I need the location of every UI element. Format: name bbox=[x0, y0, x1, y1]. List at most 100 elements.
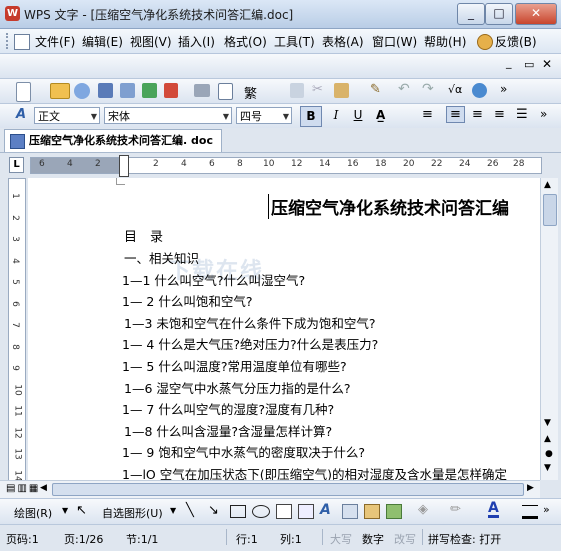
scroll-thumb[interactable] bbox=[543, 194, 557, 226]
minimize-button[interactable]: _ bbox=[457, 3, 485, 25]
underline-button[interactable]: U bbox=[348, 106, 368, 125]
menu-edit[interactable]: 编辑(E) bbox=[82, 33, 123, 50]
italic-button[interactable]: I bbox=[326, 106, 346, 125]
document-tab[interactable]: 压缩空气净化系统技术问答汇编. doc bbox=[4, 129, 222, 152]
globe-icon[interactable] bbox=[472, 83, 487, 98]
doc-menu-icon[interactable] bbox=[14, 34, 30, 50]
diagram-icon[interactable] bbox=[342, 504, 358, 519]
draw-more-icon[interactable]: » bbox=[543, 503, 550, 516]
menu-table[interactable]: 表格(A) bbox=[322, 33, 364, 50]
ruler-number: 16 bbox=[347, 159, 359, 169]
font-size-combo[interactable]: 四号 ▼ bbox=[236, 107, 292, 124]
scroll-up-button[interactable]: ▲ bbox=[544, 180, 551, 190]
hscroll-left-button[interactable]: ◀ bbox=[40, 483, 47, 493]
print-preview-icon[interactable] bbox=[218, 83, 233, 100]
line-color-icon[interactable]: ✏ bbox=[450, 502, 461, 517]
menu-insert[interactable]: 插入(I) bbox=[178, 33, 215, 50]
view-buttons[interactable]: ▤▥▦ bbox=[6, 483, 40, 494]
align-left-icon[interactable]: ≡ bbox=[422, 107, 433, 122]
window-close-doc-icon[interactable]: ✕ bbox=[542, 57, 552, 71]
clipart-icon[interactable] bbox=[364, 504, 380, 519]
open-folder-icon[interactable] bbox=[50, 83, 70, 99]
styles-icon[interactable]: A bbox=[16, 107, 26, 122]
ruler-number: 4 bbox=[67, 159, 73, 169]
menu-tools[interactable]: 工具(T) bbox=[274, 33, 315, 50]
menu-format[interactable]: 格式(O) bbox=[224, 33, 267, 50]
align-center-icon[interactable]: ≡ bbox=[446, 106, 465, 123]
autoshape-arrow: ▼ bbox=[170, 506, 177, 515]
toolbar-more-icon[interactable]: » bbox=[500, 82, 507, 96]
distribute-icon[interactable]: ☰ bbox=[516, 107, 528, 122]
toc-title: 目 录 bbox=[124, 230, 164, 245]
menu-file[interactable]: 文件(F) bbox=[35, 33, 75, 50]
window-min-doc-icon[interactable]: _ bbox=[506, 56, 512, 69]
vruler-number: 1 bbox=[9, 193, 20, 199]
redo-icon[interactable]: ↷ bbox=[422, 81, 434, 97]
status-separator bbox=[322, 529, 323, 545]
traditional-chinese-icon[interactable]: 繁 bbox=[244, 83, 257, 102]
undo-icon[interactable]: ↶ bbox=[398, 81, 410, 97]
vertical-textbox-icon[interactable] bbox=[298, 504, 314, 519]
select-objects-icon[interactable]: ↖ bbox=[76, 503, 87, 518]
font-color-icon[interactable]: A bbox=[488, 501, 499, 518]
autoshape-menu[interactable]: 自选图形(U) bbox=[102, 505, 163, 521]
tab-stop-selector[interactable]: L bbox=[9, 157, 24, 173]
window-restore-icon[interactable]: ▭ bbox=[524, 58, 534, 71]
next-page-button[interactable]: ▼ bbox=[544, 463, 551, 473]
textbox-icon[interactable] bbox=[276, 504, 292, 519]
justify-icon[interactable]: ≡ bbox=[494, 107, 505, 122]
new-document-icon[interactable] bbox=[16, 82, 31, 102]
picture-icon[interactable] bbox=[386, 504, 402, 519]
status-row: 行:1 bbox=[236, 533, 258, 546]
copy-icon[interactable] bbox=[290, 83, 304, 98]
font-combo[interactable]: 宋体 ▼ bbox=[104, 107, 232, 124]
draw-menu[interactable]: 绘图(R) bbox=[14, 505, 52, 521]
cut-icon[interactable]: ✂ bbox=[312, 82, 323, 97]
prev-page-button[interactable]: ▲ bbox=[544, 434, 551, 444]
paste-icon[interactable] bbox=[334, 83, 349, 98]
format-painter-icon[interactable]: ✎ bbox=[370, 82, 381, 97]
line-style-icon[interactable] bbox=[522, 505, 538, 519]
horizontal-ruler[interactable]: L 6 4 2 2 4 6 8 10 12 14 16 18 20 22 24 26 28 bbox=[0, 153, 561, 177]
menu-help[interactable]: 帮助(H) bbox=[424, 33, 466, 50]
align-right-icon[interactable]: ≡ bbox=[472, 107, 483, 122]
rectangle-icon[interactable] bbox=[230, 505, 246, 518]
fill-color-icon[interactable]: ◈ bbox=[418, 502, 428, 517]
status-spell-check[interactable]: 拼写检查: 打开 bbox=[428, 531, 501, 547]
horizontal-scrollbar[interactable]: ▤▥▦ ◀ ▶ bbox=[0, 480, 540, 498]
status-num: 数字 bbox=[362, 533, 384, 546]
indent-marker[interactable] bbox=[119, 155, 129, 177]
doc-tab-icon bbox=[10, 134, 25, 149]
font-effects-icon[interactable]: A̲ bbox=[376, 108, 385, 122]
select-browse-object[interactable]: ● bbox=[545, 449, 553, 459]
print-icon[interactable] bbox=[194, 84, 210, 97]
export-icon[interactable] bbox=[142, 83, 157, 98]
arrow-icon[interactable]: ↘ bbox=[208, 503, 219, 518]
oval-icon[interactable] bbox=[252, 505, 270, 518]
pdf-icon[interactable] bbox=[164, 83, 178, 98]
menu-view[interactable]: 视图(V) bbox=[130, 33, 172, 50]
maximize-button[interactable]: □ bbox=[485, 3, 513, 25]
vruler-number: 4 bbox=[9, 257, 20, 264]
formula-icon[interactable]: √α bbox=[448, 83, 462, 96]
ruler-number: 8 bbox=[237, 159, 243, 169]
wordart-icon[interactable]: A bbox=[320, 502, 331, 518]
save-icon[interactable] bbox=[98, 83, 113, 98]
document-page[interactable]: 压缩空气净化系统技术问答汇编 下载在线 目 录 一、相关知识 1—1 什么叫空气?… bbox=[28, 178, 540, 480]
menu-feedback[interactable]: 反馈(B) bbox=[495, 33, 537, 50]
save-as-icon[interactable] bbox=[120, 83, 135, 98]
status-ovr: 改写 bbox=[394, 533, 416, 546]
close-button[interactable]: ✕ bbox=[515, 3, 557, 25]
toc-entry: 1— 4 什么是大气压?绝对压力?什么是表压力? bbox=[122, 337, 379, 353]
web-open-icon[interactable] bbox=[74, 83, 90, 99]
menu-window[interactable]: 窗口(W) bbox=[372, 33, 417, 50]
bold-button[interactable]: B bbox=[300, 106, 322, 127]
line-icon[interactable]: ╲ bbox=[186, 503, 194, 518]
hscroll-thumb[interactable] bbox=[52, 483, 524, 496]
hscroll-right-button[interactable]: ▶ bbox=[527, 483, 534, 493]
scroll-down-button[interactable]: ▼ bbox=[544, 418, 551, 428]
standard-toolbar: ▭ ✕ _ bbox=[0, 54, 561, 79]
format-more-icon[interactable]: » bbox=[540, 107, 547, 121]
style-combo[interactable]: 正文 ▼ bbox=[34, 107, 100, 124]
vertical-scrollbar[interactable]: ▲ ▼ ▲ ● ▼ bbox=[540, 178, 558, 480]
